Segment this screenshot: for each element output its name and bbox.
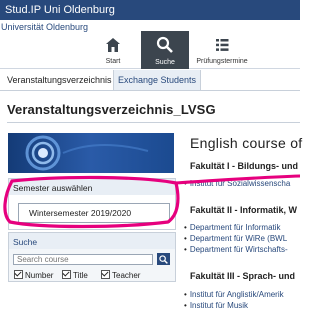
nav-start[interactable]: Start [93, 32, 133, 68]
semester-selected-value: Wintersemester 2019/2020 [29, 208, 132, 218]
checkbox-title-box[interactable] [62, 270, 71, 279]
nav-start-label: Start [105, 58, 121, 65]
search-icon [159, 254, 168, 264]
faculty-heading: Fakultät I - Bildungs- und [190, 161, 298, 171]
list-item[interactable]: Institut für Anglistik/Amerik [184, 290, 284, 299]
tab-bar: Veranstaltungsverzeichnis Exchange Stude… [0, 70, 300, 91]
checkbox-title-label: Title [73, 271, 88, 280]
checkbox-title[interactable]: Title [62, 269, 88, 280]
list-item[interactable]: Institut für Sozialwissenscha [184, 179, 291, 188]
app-title[interactable]: Stud.IP Uni Oldenburg [5, 4, 115, 16]
list-icon [216, 39, 229, 51]
nav-pruefungstermine[interactable]: Prüfungstermine [192, 32, 252, 68]
checkbox-teacher[interactable]: Teacher [101, 269, 140, 280]
search-graphic-icon [25, 135, 149, 171]
faculty-heading: Fakultät II - Informatik, W [190, 205, 298, 215]
nav-suche-label: Suche [155, 59, 175, 66]
tab-veranstaltungsverzeichnis[interactable]: Veranstaltungsverzeichnis [7, 75, 112, 85]
semester-widget: Semester auswählen Wintersemester 2019/2… [8, 178, 176, 230]
search-heading: Suche [13, 237, 38, 247]
nav-pruefungstermine-label: Prüfungstermine [196, 58, 248, 65]
search-widget: Suche Number Title Teacher [8, 232, 176, 282]
checkbox-number[interactable]: Number [14, 269, 53, 280]
nav-suche[interactable]: Suche [141, 31, 189, 69]
tab-exchange-students[interactable]: Exchange Students [113, 70, 202, 90]
search-input[interactable] [13, 254, 153, 265]
checkbox-teacher-box[interactable] [101, 270, 110, 279]
content-title: English course of [190, 135, 303, 151]
list-item[interactable]: Department für Informatik [184, 223, 281, 232]
list-item[interactable]: Department für Wirtschafts- [184, 245, 288, 254]
semester-widget-header: Semester auswählen [9, 179, 175, 195]
divider [7, 122, 300, 123]
list-item[interactable]: Institut für Musik [184, 301, 248, 310]
checkbox-number-label: Number [25, 271, 54, 280]
page-title: Veranstaltungsverzeichnis_LVSG [7, 102, 216, 117]
list-item[interactable]: Department für WiRe (BWL [184, 234, 287, 243]
header: Universität Oldenburg Start Suche Prüfun… [0, 20, 300, 69]
sidebar-banner [8, 133, 174, 173]
semester-heading: Semester auswählen [13, 183, 93, 193]
faculty-heading: Fakultät III - Sprach- und [190, 271, 296, 281]
home-icon [106, 38, 120, 52]
search-button[interactable] [157, 253, 170, 265]
checkbox-number-box[interactable] [14, 270, 23, 279]
checkbox-teacher-label: Teacher [112, 271, 141, 280]
search-icon [156, 36, 173, 53]
semester-select[interactable]: Wintersemester 2019/2020 [18, 203, 170, 223]
university-name[interactable]: Universität Oldenburg [1, 22, 88, 32]
top-bar: Stud.IP Uni Oldenburg [0, 0, 300, 20]
search-widget-header: Suche [9, 233, 175, 249]
